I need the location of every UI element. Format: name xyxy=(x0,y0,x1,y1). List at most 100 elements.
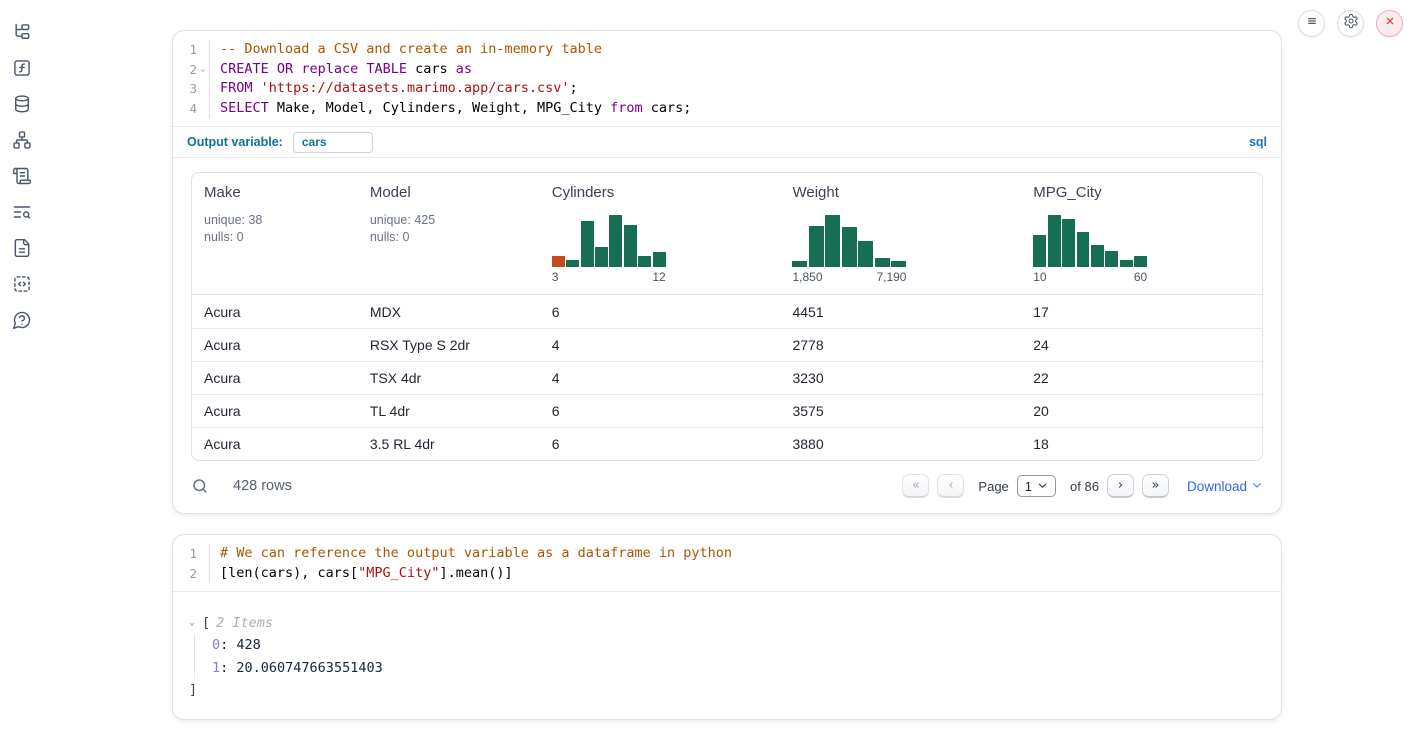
output-variable-input[interactable] xyxy=(293,132,373,153)
table-cell: TSX 4dr xyxy=(358,370,540,386)
table-cell: 4 xyxy=(540,370,781,386)
table-row: Acura3.5 RL 4dr6388018 xyxy=(192,427,1262,460)
table-cell: 6 xyxy=(540,403,781,419)
table-row: AcuraTL 4dr6357520 xyxy=(192,394,1262,427)
column-header-weight[interactable]: Weight 1,8507,190 xyxy=(780,173,1021,294)
column-header-cylinders[interactable]: Cylinders 312 xyxy=(540,173,781,294)
line-number: 4 xyxy=(173,99,197,119)
last-page-button[interactable]: » xyxy=(1142,474,1169,498)
shutdown-button[interactable] xyxy=(1376,10,1403,37)
open-bracket: [ xyxy=(202,612,210,634)
next-page-button[interactable]: › xyxy=(1107,474,1134,498)
menu-button[interactable] xyxy=(1298,10,1325,37)
table-header: Makeunique: 38nulls: 0Modelunique: 425nu… xyxy=(192,173,1262,295)
menu-icon xyxy=(1304,13,1320,34)
table-cell: 4 xyxy=(540,337,781,353)
histogram-axis-labels: 1,8507,190 xyxy=(792,270,906,284)
table-footer: 428 rows « ‹ Page 1 of 86 › » Download xyxy=(173,461,1281,513)
python-cell: 1# We can reference the output variable … xyxy=(172,534,1282,720)
fold-slot xyxy=(197,564,209,584)
column-name: Cylinders xyxy=(552,184,769,201)
code-text: -- Download a CSV and create an in-memor… xyxy=(209,40,602,60)
document-icon[interactable] xyxy=(12,238,32,258)
prev-page-button[interactable]: ‹ xyxy=(937,474,964,498)
code-text: CREATE OR replace TABLE cars as xyxy=(209,60,472,80)
code-line: 4SELECT Make, Model, Cylinders, Weight, … xyxy=(173,99,1281,119)
column-histogram[interactable]: 1060 xyxy=(1033,215,1147,284)
fold-slot xyxy=(197,544,209,564)
code-line: 1-- Download a CSV and create an in-memo… xyxy=(173,40,1281,60)
notebook-area: 1 -- Download a CSV and create an in-memo… xyxy=(172,30,1282,740)
table-cell: 2778 xyxy=(780,337,1021,353)
table-cell: 3575 xyxy=(780,403,1021,419)
histogram-axis-labels: 1060 xyxy=(1033,270,1147,284)
items-count: 2 Items xyxy=(216,612,273,634)
table-cell: TL 4dr xyxy=(358,403,540,419)
language-badge: sql xyxy=(1249,135,1267,149)
fold-chevron-icon[interactable]: ⌄ xyxy=(197,60,209,80)
table-row: AcuraMDX6445117 xyxy=(192,295,1262,328)
column-histogram[interactable]: 1,8507,190 xyxy=(792,215,906,284)
histogram-axis-labels: 312 xyxy=(552,270,666,284)
python-output: ⌄ [ 2 Items 0: 4281: 20.060747663551403 … xyxy=(173,592,1281,719)
chevron-down-icon xyxy=(1251,479,1263,494)
dependency-graph-icon[interactable] xyxy=(12,130,32,150)
rows-count: 428 rows xyxy=(233,478,292,494)
line-number: 3 xyxy=(173,79,197,99)
sql-cell: 1 -- Download a CSV and create an in-memo… xyxy=(172,30,1282,514)
table-cell: 3230 xyxy=(780,370,1021,386)
sql-editor[interactable]: 1-- Download a CSV and create an in-memo… xyxy=(173,31,1281,126)
window-controls xyxy=(1298,10,1403,37)
download-label: Download xyxy=(1187,479,1247,494)
search-icon[interactable] xyxy=(191,477,209,495)
divider xyxy=(173,157,1281,158)
fold-slot xyxy=(197,40,209,60)
scroll-icon[interactable] xyxy=(12,166,32,186)
table-row: AcuraRSX Type S 2dr4277824 xyxy=(192,328,1262,361)
code-text: [len(cars), cars["MPG_City"].mean()] xyxy=(209,564,513,584)
column-header-make[interactable]: Makeunique: 38nulls: 0 xyxy=(192,173,358,294)
code-text: # We can reference the output variable a… xyxy=(209,544,732,564)
column-histogram[interactable]: 312 xyxy=(552,215,666,284)
first-page-button[interactable]: « xyxy=(902,474,929,498)
snippets-icon[interactable] xyxy=(12,274,32,294)
column-name: Weight xyxy=(792,184,1009,201)
table-cell: Acura xyxy=(192,304,358,320)
column-name: MPG_City xyxy=(1033,184,1250,201)
list-item: 0: 428 xyxy=(212,634,1263,657)
fold-slot xyxy=(197,79,209,99)
column-header-model[interactable]: Modelunique: 425nulls: 0 xyxy=(358,173,540,294)
line-number: 2 xyxy=(173,564,197,584)
python-editor[interactable]: 1# We can reference the output variable … xyxy=(173,535,1281,591)
gear-icon xyxy=(1343,13,1359,34)
page-select-value: 1 xyxy=(1025,479,1032,494)
collapse-caret-icon[interactable]: ⌄ xyxy=(189,612,202,634)
page-select[interactable]: 1 xyxy=(1017,475,1056,497)
table-cell: Acura xyxy=(192,337,358,353)
column-stats: unique: 425nulls: 0 xyxy=(370,212,528,245)
help-icon[interactable] xyxy=(12,310,32,330)
fold-slot xyxy=(197,99,209,119)
list-item: 1: 20.060747663551403 xyxy=(212,657,1263,680)
database-icon[interactable] xyxy=(12,94,32,114)
page-of-label: of 86 xyxy=(1070,479,1099,494)
table-cell: Acura xyxy=(192,370,358,386)
column-stats: unique: 38nulls: 0 xyxy=(204,212,346,245)
code-line: 3 FROM 'https://datasets.marimo.app/cars.… xyxy=(173,79,1281,99)
file-tree-icon[interactable] xyxy=(12,22,32,42)
table-cell: Acura xyxy=(192,403,358,419)
function-square-icon[interactable] xyxy=(12,58,32,78)
output-variable-label: Output variable: xyxy=(187,135,283,149)
left-panel-rail xyxy=(0,0,44,729)
table-cell: Acura xyxy=(192,436,358,452)
settings-button[interactable] xyxy=(1337,10,1364,37)
list-search-icon[interactable] xyxy=(12,202,32,222)
column-header-mpg_city[interactable]: MPG_City 1060 xyxy=(1021,173,1262,294)
table-cell: 22 xyxy=(1021,370,1262,386)
table-cell: 17 xyxy=(1021,304,1262,320)
chevron-down-icon xyxy=(1037,479,1048,494)
pagination: « ‹ Page 1 of 86 › » xyxy=(902,474,1169,498)
download-button[interactable]: Download xyxy=(1187,479,1263,494)
code-text: FROM 'https://datasets.marimo.app/cars.c… xyxy=(209,79,578,99)
table-row: AcuraTSX 4dr4323022 xyxy=(192,361,1262,394)
